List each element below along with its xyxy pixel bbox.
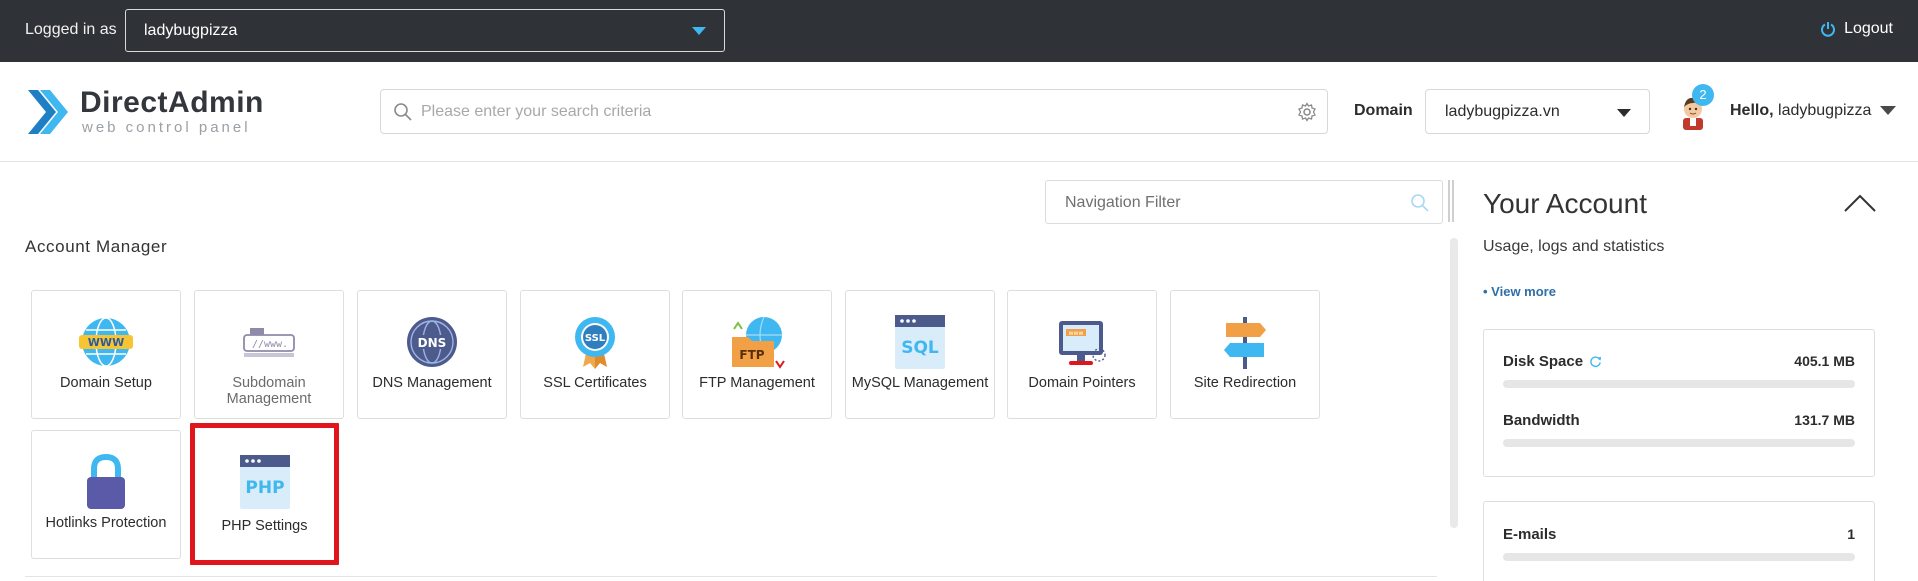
account-panel-title: Your Account — [1483, 188, 1647, 219]
tile-label: Hotlinks Protection — [45, 515, 167, 531]
tile-php-settings[interactable]: PHP PHP Settings — [190, 423, 339, 565]
tile-domain-pointers[interactable]: www Domain Pointers — [1007, 290, 1157, 419]
brand-tagline: web control panel — [82, 119, 251, 136]
ssl-badge-icon: SSL — [575, 317, 615, 369]
tile-domain-setup[interactable]: WWW Domain Setup — [31, 290, 181, 419]
monitor-pointer-icon: www — [1059, 321, 1106, 365]
svg-text:PHP: PHP — [245, 478, 284, 498]
gear-icon[interactable] — [1297, 102, 1317, 122]
chevron-down-icon — [1617, 109, 1631, 117]
svg-text:FTP: FTP — [739, 348, 764, 362]
sql-window-icon: SQL — [895, 315, 945, 369]
logout-button[interactable]: Logout — [1820, 20, 1893, 38]
search-input[interactable]: Please enter your search criteria — [380, 89, 1328, 134]
tile-label: FTP Management — [699, 375, 815, 391]
svg-text:www: www — [1069, 330, 1084, 337]
divider — [25, 576, 1437, 577]
usage-card: Disk Space 405.1 MB Bandwidth 131.7 MB — [1483, 329, 1875, 477]
tile-hotlinks-protection[interactable]: Hotlinks Protection — [31, 430, 181, 559]
tile-label: Domain Pointers — [1028, 375, 1136, 391]
tile-label: SSL Certificates — [543, 375, 647, 391]
hello-prefix: Hello, — [1730, 102, 1774, 119]
disk-space-label: Disk Space — [1503, 353, 1602, 370]
tile-ssl-certificates[interactable]: SSL SSL Certificates — [520, 290, 670, 419]
padlock-icon — [87, 453, 125, 509]
dns-globe-icon: DNS — [407, 317, 457, 367]
power-icon — [1821, 22, 1836, 37]
php-window-icon: PHP — [239, 455, 290, 509]
tile-label: Domain Setup — [60, 375, 152, 391]
www-globe-icon: WWW — [79, 317, 133, 367]
domain-label: Domain — [1354, 102, 1413, 119]
search-icon — [394, 103, 412, 121]
svg-text:DNS: DNS — [418, 336, 447, 350]
brand-name: DirectAdmin — [80, 86, 264, 119]
svg-text://www.: //www. — [252, 339, 288, 350]
tile-label: DNS Management — [372, 375, 492, 391]
disk-space-bar — [1503, 380, 1855, 388]
tile-mysql-management[interactable]: SQL MySQL Management — [845, 290, 995, 419]
tile-label: Site Redirection — [1193, 375, 1297, 391]
scrollbar[interactable] — [1450, 238, 1458, 528]
directadmin-logo-icon — [28, 90, 68, 134]
tile-label: PHP Settings — [221, 518, 308, 534]
navigation-filter-input[interactable]: Navigation Filter — [1045, 180, 1443, 224]
chevron-down-icon — [692, 27, 706, 35]
tile-label: MySQL Management — [851, 375, 989, 391]
bandwidth-label: Bandwidth — [1503, 412, 1580, 429]
svg-text:SSL: SSL — [585, 333, 606, 344]
tile-site-redirection[interactable]: Site Redirection — [1170, 290, 1320, 419]
ftp-folder-icon: FTP — [732, 316, 785, 369]
tile-label: Subdomain Management — [226, 375, 312, 407]
section-title: Account Manager — [25, 237, 168, 256]
emails-bar — [1503, 553, 1855, 561]
signpost-icon — [1224, 317, 1266, 369]
user-select[interactable]: ladybugpizza — [125, 9, 725, 52]
chevron-up-icon[interactable] — [1843, 192, 1877, 214]
tile-dns-management[interactable]: DNS DNS Management — [357, 290, 507, 419]
subdomain-icon: //www. — [243, 328, 295, 357]
navigation-filter-placeholder: Navigation Filter — [1065, 194, 1181, 211]
search-icon — [1411, 194, 1429, 212]
emails-label: E-mails — [1503, 526, 1557, 543]
resize-handle[interactable] — [1448, 180, 1454, 222]
emails-card: E-mails 1 — [1483, 501, 1875, 581]
header: DirectAdmin web control panel Please ent… — [0, 62, 1918, 162]
domain-select[interactable]: ladybugpizza.vn — [1425, 89, 1650, 134]
logged-in-label: Logged in as — [25, 21, 117, 38]
search-placeholder: Please enter your search criteria — [421, 103, 652, 120]
chevron-down-icon[interactable] — [1880, 106, 1896, 115]
svg-text:SQL: SQL — [901, 338, 939, 358]
bandwidth-value: 131.7 MB — [1794, 412, 1855, 428]
svg-text:WWW: WWW — [88, 336, 124, 349]
user-select-value: ladybugpizza — [144, 22, 238, 39]
logo[interactable]: DirectAdmin web control panel — [24, 84, 264, 142]
hello-user: ladybugpizza — [1778, 102, 1872, 119]
bandwidth-bar — [1503, 439, 1855, 447]
emails-value: 1 — [1847, 526, 1855, 542]
view-more-link[interactable]: • View more — [1483, 284, 1556, 299]
account-panel-subtitle: Usage, logs and statistics — [1483, 238, 1665, 255]
tile-ftp-management[interactable]: FTP FTP Management — [682, 290, 832, 419]
user-menu[interactable]: Hello, ladybugpizza — [1730, 102, 1871, 120]
notification-badge[interactable]: 2 — [1692, 84, 1714, 106]
logout-label: Logout — [1844, 20, 1893, 37]
top-bar: Logged in as ladybugpizza Logout — [0, 0, 1918, 62]
domain-select-value: ladybugpizza.vn — [1445, 103, 1560, 120]
tile-subdomain-management[interactable]: //www. Subdomain Management — [194, 290, 344, 419]
refresh-icon[interactable] — [1589, 355, 1602, 368]
disk-space-value: 405.1 MB — [1794, 353, 1855, 369]
